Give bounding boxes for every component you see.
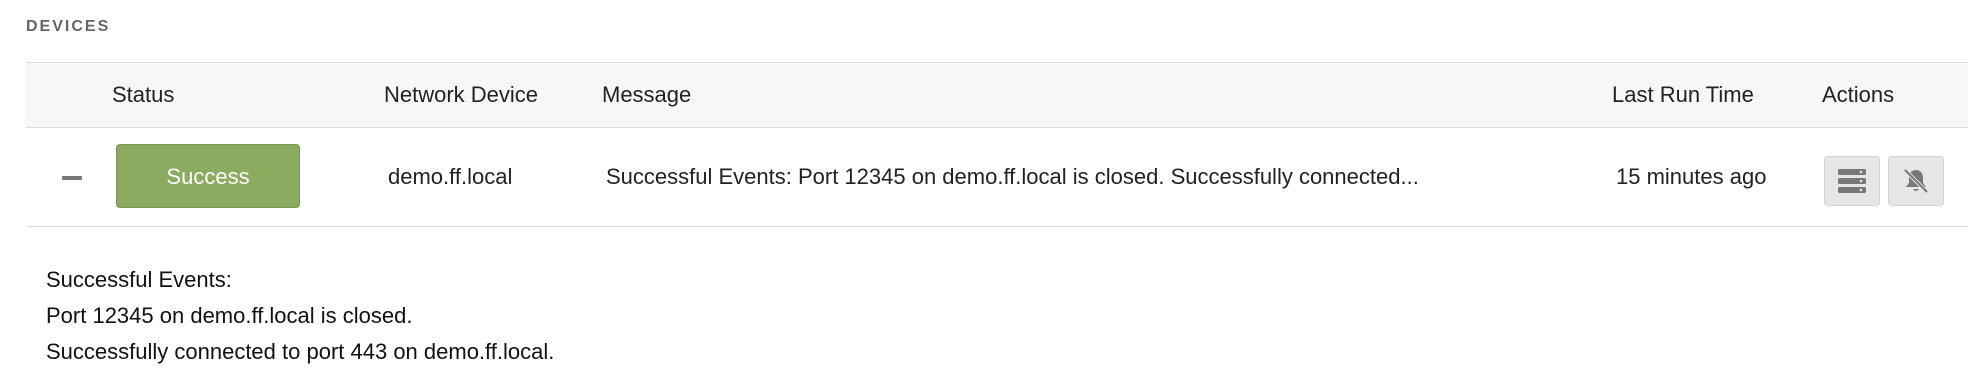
mute-alerts-button[interactable]	[1888, 156, 1944, 206]
minus-icon	[62, 176, 82, 180]
event-details: Successful Events: Port 12345 on demo.ff…	[46, 262, 554, 370]
detail-line: Successfully connected to port 443 on de…	[46, 339, 555, 364]
header-message[interactable]: Message	[602, 63, 691, 127]
header-last-run-time[interactable]: Last Run Time	[1612, 63, 1754, 127]
header-actions: Actions	[1822, 82, 1895, 107]
view-server-button[interactable]	[1824, 156, 1880, 206]
header-network-device[interactable]: Network Device	[384, 63, 538, 127]
last-run-time-cell: 15 minutes ago	[1616, 164, 1767, 189]
table-row: Success demo.ff.local Successful Events:…	[26, 128, 1968, 227]
devices-table: Status Network Device Message Last Run T…	[26, 62, 1968, 227]
section-title: DEVICES	[26, 18, 111, 35]
detail-line: Port 12345 on demo.ff.local is closed.	[46, 303, 413, 328]
table-header: Status Network Device Message Last Run T…	[26, 62, 1968, 128]
network-device-cell: demo.ff.local	[388, 164, 513, 189]
collapse-row-button[interactable]	[52, 158, 92, 198]
message-cell: Successful Events: Port 12345 on demo.ff…	[606, 164, 1419, 189]
status-badge: Success	[116, 144, 300, 208]
server-icon	[1838, 169, 1866, 193]
detail-line: Successful Events:	[46, 267, 232, 292]
bell-slash-icon	[1903, 168, 1929, 194]
header-status[interactable]: Status	[112, 63, 174, 127]
